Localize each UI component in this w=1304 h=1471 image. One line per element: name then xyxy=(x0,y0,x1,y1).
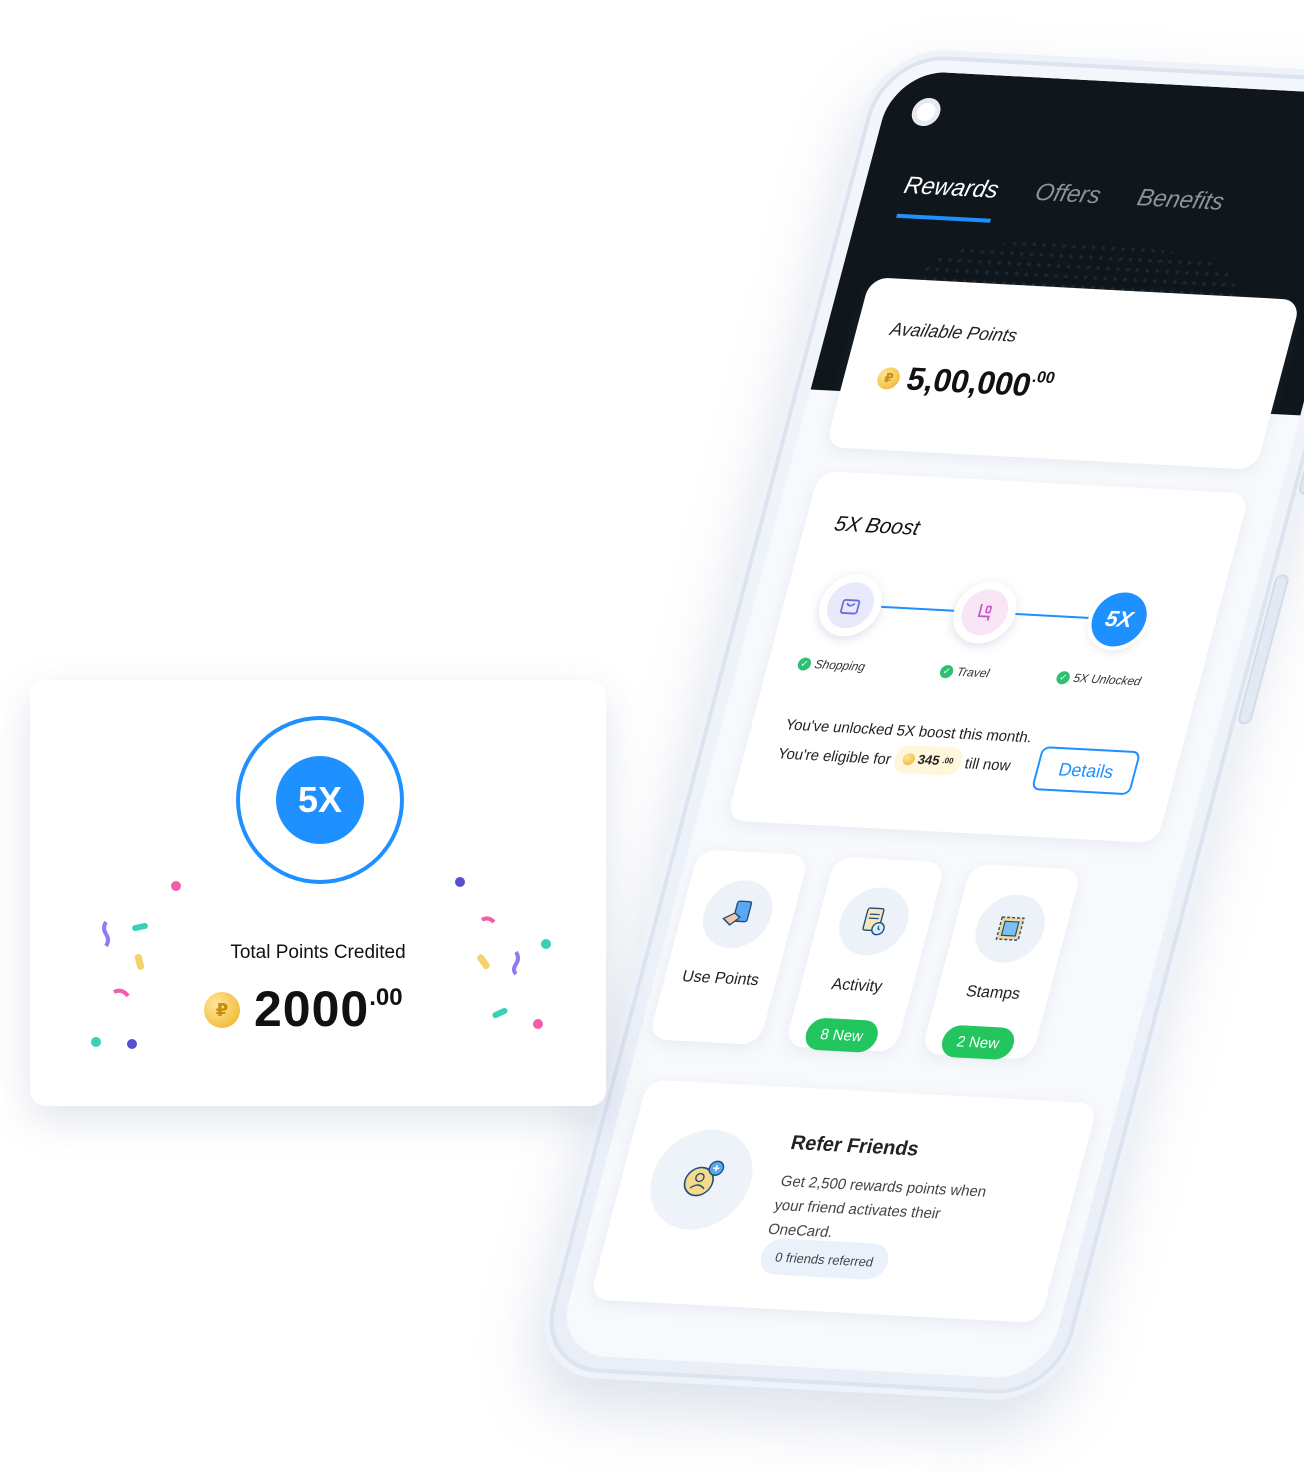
tile-label: Use Points xyxy=(680,968,762,990)
tab-bar: Rewards Offers Benefits xyxy=(896,171,1227,235)
check-icon: ✓ xyxy=(1055,670,1072,685)
refer-title: Refer Friends xyxy=(788,1131,922,1161)
stamp-icon xyxy=(967,892,1053,965)
tab-offers[interactable]: Offers xyxy=(1027,179,1104,228)
tab-benefits[interactable]: Benefits xyxy=(1129,184,1227,234)
total-points-row: ₽ 2000 .00 xyxy=(204,980,403,1038)
coin-icon: ₽ xyxy=(204,992,240,1028)
refer-user-icon xyxy=(638,1127,764,1233)
progress-line xyxy=(1013,612,1091,619)
tile-label: Activity xyxy=(829,976,885,996)
coin-icon: ₽ xyxy=(874,366,903,390)
step-label-travel: ✓ Travel xyxy=(938,664,991,680)
total-points-label: Total Points Credited xyxy=(230,942,406,963)
boost-card: 5X Boost 5X ✓ Shopping ✓ Travel ✓ 5X Unl… xyxy=(726,470,1250,844)
friends-referred-pill: 0 friends referred xyxy=(756,1237,893,1281)
eligible-points-pill: 345.00 xyxy=(891,744,965,776)
seat-icon xyxy=(956,588,1014,637)
step-label-shopping: ✓ Shopping xyxy=(796,656,867,674)
available-points-decimals: .00 xyxy=(1030,368,1057,388)
total-points-decimals: .00 xyxy=(369,984,403,1011)
step-5x-unlocked: 5X xyxy=(1080,587,1158,652)
card-hand-icon xyxy=(695,878,781,950)
boost-title: 5X Boost xyxy=(831,512,923,540)
phone-mockup: Rewards Offers Benefits Available Points… xyxy=(527,46,1304,1404)
coin-icon xyxy=(901,752,917,766)
tile-activity[interactable]: Activity 8 New xyxy=(784,856,946,1054)
step-shopping xyxy=(811,572,890,638)
tab-rewards[interactable]: Rewards xyxy=(896,171,1002,223)
boost-message: You've unlocked 5X boost this month. You… xyxy=(775,716,1035,776)
available-points-label: Available Points xyxy=(888,318,1020,346)
new-count-badge: 8 New xyxy=(801,1017,882,1054)
new-count-badge: 2 New xyxy=(938,1024,1018,1061)
five-x-badge: 5X xyxy=(1085,591,1153,648)
total-points-value: 2000 xyxy=(254,981,370,1037)
step-label-unlocked: ✓ 5X Unlocked xyxy=(1055,670,1143,688)
receipt-clock-icon xyxy=(831,885,917,958)
tile-stamps[interactable]: Stamps 2 New xyxy=(921,863,1082,1061)
five-x-badge: 5X xyxy=(276,756,364,844)
progress-line xyxy=(876,605,955,612)
available-points-row: ₽ 5,00,000 .00 xyxy=(873,359,1057,405)
refer-friends-card[interactable]: Refer Friends Get 2,500 rewards points w… xyxy=(589,1079,1099,1324)
phone-screen: Rewards Offers Benefits Available Points… xyxy=(554,69,1304,1381)
camera-icon xyxy=(908,97,944,127)
step-travel xyxy=(946,579,1024,645)
tile-label: Stamps xyxy=(964,983,1023,1003)
points-credited-card: 5X Total Points Credited ₽ 2000 .00 xyxy=(30,680,606,1106)
available-points-value: 5,00,000 xyxy=(902,360,1036,403)
five-x-ring: 5X xyxy=(236,716,404,884)
check-icon: ✓ xyxy=(938,664,955,678)
details-button[interactable]: Details xyxy=(1030,746,1142,796)
shopping-bag-icon xyxy=(821,581,880,630)
available-points-card: Available Points ₽ 5,00,000 .00 xyxy=(825,277,1301,470)
check-icon: ✓ xyxy=(796,656,813,671)
